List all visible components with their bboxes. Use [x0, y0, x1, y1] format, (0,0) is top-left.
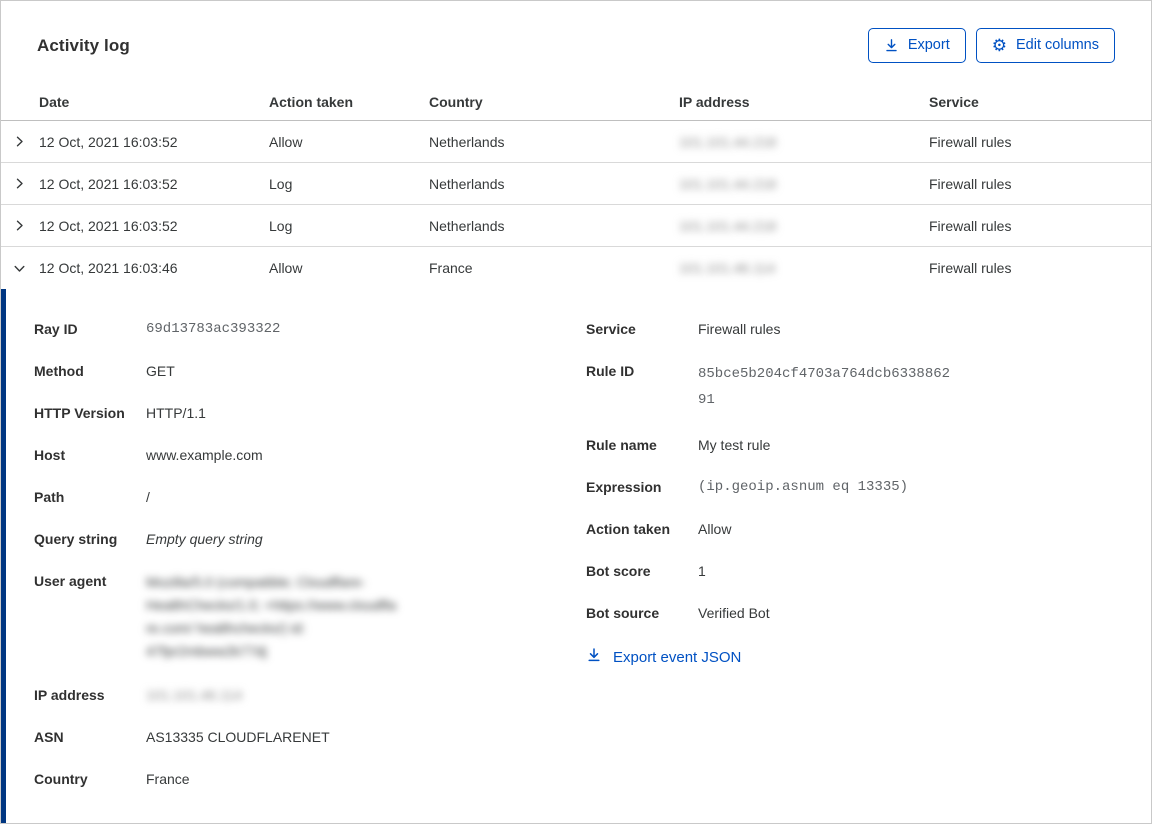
field-method: Method GET: [34, 363, 175, 379]
host-value: www.example.com: [146, 447, 263, 463]
edit-columns-button-label: Edit columns: [1015, 37, 1099, 54]
col-header-ip-address: IP address: [679, 94, 750, 110]
event-detail-panel: Ray ID 69d13783ac393322 Method GET HTTP …: [1, 289, 1151, 823]
download-icon: [586, 647, 602, 667]
field-path: Path /: [34, 489, 150, 505]
field-query-string: Query string Empty query string: [34, 531, 263, 547]
rule-id-value: 85bce5b204cf4703a764dcb633886291: [698, 366, 951, 408]
asn-value: AS13335 CLOUDFLARENET: [146, 729, 330, 745]
edit-columns-button[interactable]: ⚙︎ Edit columns: [975, 28, 1115, 63]
field-bot-score: Bot score 1: [586, 563, 706, 579]
row-country: France: [429, 260, 473, 276]
row-action-taken: Allow: [269, 260, 303, 276]
rule-name-value: My test rule: [698, 437, 771, 453]
chevron-right-icon: [1, 218, 39, 233]
row-service: Firewall rules: [929, 175, 1012, 192]
row-country: Netherlands: [429, 133, 505, 150]
row-ip-address-redacted: 101.101.44.218: [679, 175, 777, 192]
export-button[interactable]: Export: [867, 28, 966, 63]
bot-source-value: Verified Bot: [698, 605, 770, 621]
ray-id-value: 69d13783ac393322: [146, 321, 281, 337]
service-value: Firewall rules: [698, 321, 781, 337]
action-taken-value: Allow: [698, 521, 732, 537]
chevron-right-icon: [1, 134, 39, 149]
gear-icon: ⚙︎: [991, 36, 1007, 55]
bot-score-value: 1: [698, 563, 706, 579]
download-icon: [884, 38, 899, 53]
field-expression: Expression (ip.geoip.asnum eq 13335): [586, 479, 909, 495]
row-date: 12 Oct, 2021 16:03:52: [39, 175, 178, 192]
export-button-label: Export: [907, 37, 950, 54]
table-header: Date Action taken Country IP address Ser…: [1, 84, 1151, 121]
header-actions: Export ⚙︎ Edit columns: [867, 28, 1115, 63]
event-detail-right-column: Service Firewall rules Rule ID 85bce5b20…: [586, 319, 1115, 811]
row-service: Firewall rules: [929, 260, 1012, 276]
field-user-agent: User agent Mozilla/5.0 (compatible; Clou…: [34, 571, 586, 663]
field-host: Host www.example.com: [34, 447, 263, 463]
field-rule-id: Rule ID 85bce5b204cf4703a764dcb633886291: [586, 361, 1115, 413]
path-value: /: [146, 489, 150, 505]
row-ip-address-redacted: 101.101.44.218: [679, 217, 777, 234]
export-event-json-label: Export event JSON: [613, 648, 742, 666]
method-value: GET: [146, 363, 175, 379]
field-action-taken: Action taken Allow: [586, 521, 732, 537]
col-header-service: Service: [929, 94, 979, 110]
activity-log-panel: Activity log Export ⚙︎ Edit columns Date…: [0, 0, 1152, 824]
row-action-taken: Log: [269, 175, 293, 192]
expression-value: (ip.geoip.asnum eq 13335): [698, 479, 909, 495]
field-asn: ASN AS13335 CLOUDFLARENET: [34, 729, 330, 745]
field-rule-name: Rule name My test rule: [586, 437, 771, 453]
col-header-date: Date: [39, 94, 70, 110]
row-action-taken: Allow: [269, 133, 303, 150]
row-date: 12 Oct, 2021 16:03:52: [39, 217, 178, 234]
field-bot-source: Bot source Verified Bot: [586, 605, 770, 621]
col-header-action-taken: Action taken: [269, 94, 354, 110]
row-date: 12 Oct, 2021 16:03:52: [39, 133, 178, 150]
col-header-country: Country: [429, 94, 483, 110]
table-row-expanded[interactable]: 12 Oct, 2021 16:03:46 Allow France 101.1…: [1, 247, 1151, 289]
ip-address-value-redacted: 101.101.46.114: [146, 687, 243, 703]
table-row[interactable]: 12 Oct, 2021 16:03:52 Allow Netherlands …: [1, 121, 1151, 163]
user-agent-value-redacted: Mozilla/5.0 (compatible; Cloudflare- Hea…: [146, 574, 397, 659]
export-event-json-link[interactable]: Export event JSON: [586, 647, 741, 667]
header: Activity log Export ⚙︎ Edit columns: [1, 1, 1151, 84]
event-detail-left-column: Ray ID 69d13783ac393322 Method GET HTTP …: [34, 319, 586, 811]
http-version-value: HTTP/1.1: [146, 405, 206, 421]
row-ip-address-redacted: 101.101.44.218: [679, 133, 777, 150]
page-title: Activity log: [37, 35, 130, 55]
row-ip-address-redacted: 101.101.46.114: [679, 260, 776, 276]
row-service: Firewall rules: [929, 133, 1012, 150]
table-row[interactable]: 12 Oct, 2021 16:03:52 Log Netherlands 10…: [1, 163, 1151, 205]
table-row[interactable]: 12 Oct, 2021 16:03:52 Log Netherlands 10…: [1, 205, 1151, 247]
query-string-value: Empty query string: [146, 531, 263, 547]
chevron-down-icon: [1, 261, 39, 276]
country-value: France: [146, 771, 190, 787]
field-ip-address: IP address 101.101.46.114: [34, 687, 243, 703]
chevron-right-icon: [1, 176, 39, 191]
field-service: Service Firewall rules: [586, 321, 781, 337]
field-country: Country France: [34, 771, 190, 787]
row-service: Firewall rules: [929, 217, 1012, 234]
row-action-taken: Log: [269, 217, 293, 234]
field-ray-id: Ray ID 69d13783ac393322: [34, 321, 281, 337]
row-date: 12 Oct, 2021 16:03:46: [39, 260, 178, 276]
field-http-version: HTTP Version HTTP/1.1: [34, 405, 206, 421]
row-country: Netherlands: [429, 175, 505, 192]
row-country: Netherlands: [429, 217, 505, 234]
